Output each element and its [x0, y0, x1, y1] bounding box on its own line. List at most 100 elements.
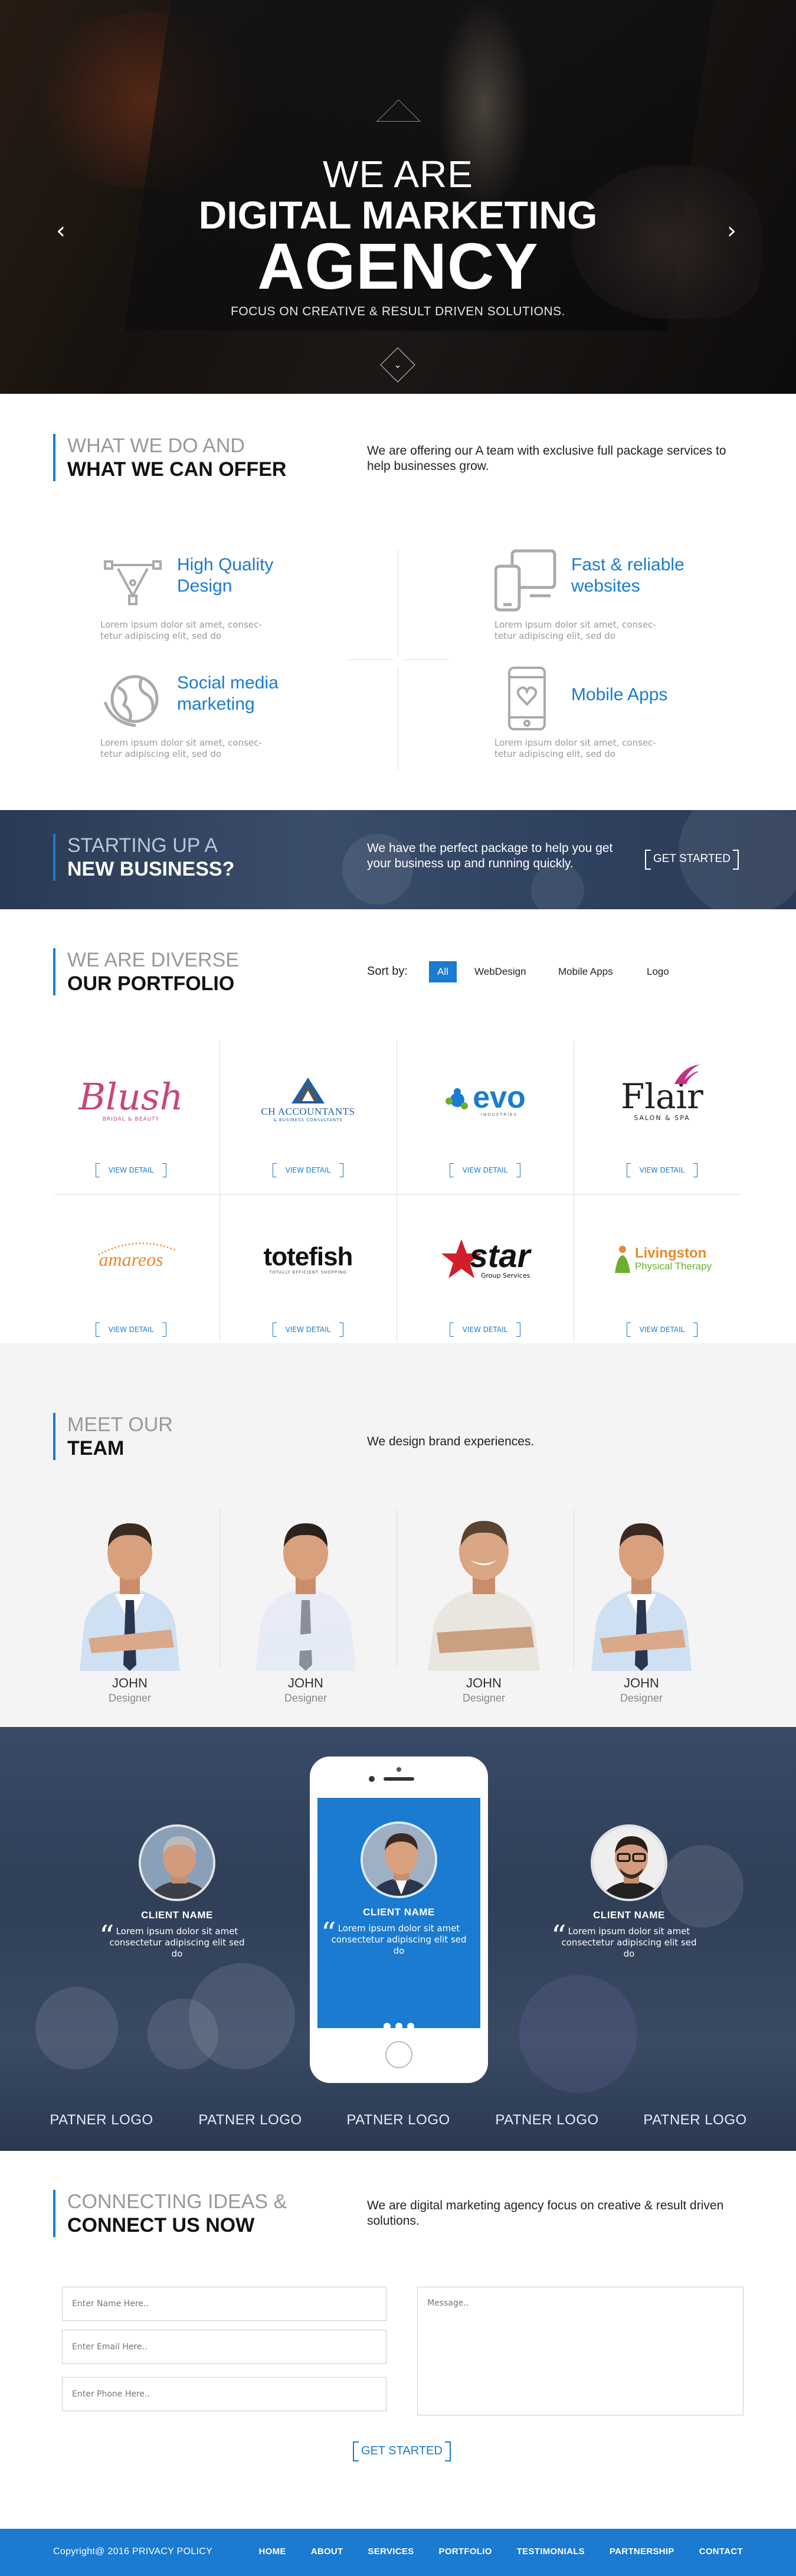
portfolio-item[interactable]: totefish TOTALLY EFFICIENT SHOPPING VIEW…	[220, 1197, 397, 1354]
quote-icon: “	[551, 1919, 566, 1953]
sort-option-mobile-apps[interactable]: Mobile Apps	[550, 961, 621, 982]
team-heading-line2: TEAM	[67, 1437, 125, 1460]
logo-amareos: amareos	[42, 1221, 220, 1298]
phone-camera	[369, 1776, 375, 1782]
team-heading-line1: MEET OUR	[67, 1413, 173, 1436]
bokeh	[519, 1975, 637, 2093]
devices-icon	[494, 548, 559, 613]
portfolio-item[interactable]: Flair SALON & SPA VIEW DETAIL	[574, 1038, 751, 1195]
copyright-text: Copyright@ 2016 PRIVACY POLICY	[53, 2546, 213, 2557]
partner-logo[interactable]: PATNER LOGO	[191, 2112, 309, 2128]
client-quote: “Lorem ipsum dolor sit amet consectetur …	[321, 1916, 467, 1956]
carousel-dot[interactable]	[395, 2023, 402, 2030]
contact-submit-button[interactable]: GET STARTED	[353, 2441, 451, 2461]
client-avatar	[361, 1821, 437, 1898]
portfolio-item[interactable]: star Group Services VIEW DETAIL	[397, 1197, 574, 1354]
divider	[348, 659, 393, 660]
partner-logo[interactable]: PATNER LOGO	[42, 2112, 160, 2128]
get-started-button[interactable]: GET STARTED	[645, 850, 739, 870]
phone-field[interactable]	[62, 2377, 386, 2411]
team-member-name: JOHN	[112, 1676, 148, 1690]
service-name: Fast & reliable websites	[571, 555, 684, 596]
team-member-name: JOHN	[624, 1676, 659, 1690]
team-member[interactable]: JOHN Designer	[56, 1506, 204, 1705]
chevron-left-icon[interactable]: ‹	[56, 217, 65, 244]
footer-link-services[interactable]: SERVICES	[368, 2546, 414, 2557]
view-detail-button[interactable]: VIEW DETAIL	[627, 1163, 697, 1177]
footer-link-portfolio[interactable]: PORTFOLIO	[439, 2546, 492, 2557]
testimonial-card: CLIENT NAME “Lorem ipsum dolor sit amet …	[551, 1824, 706, 1960]
view-detail-button[interactable]: VIEW DETAIL	[450, 1163, 520, 1177]
testimonial-card: CLIENT NAME “Lorem ipsum dolor sit amet …	[99, 1824, 254, 1960]
message-field[interactable]	[417, 2287, 743, 2415]
portfolio-heading-line1: WE ARE DIVERSE	[67, 949, 239, 971]
logo-totefish: totefish TOTALLY EFFICIENT SHOPPING	[263, 1242, 353, 1275]
phone-speaker	[384, 1777, 414, 1781]
portfolio-heading: WE ARE DIVERSE OUR PORTFOLIO	[53, 948, 239, 995]
partner-logo[interactable]: PATNER LOGO	[488, 2112, 606, 2128]
sort-label: Sort by:	[367, 965, 408, 978]
team-member-photo	[232, 1506, 379, 1671]
footer-link-testimonials[interactable]: TESTIMONIALS	[517, 2546, 585, 2557]
team-member[interactable]: JOHN Designer	[232, 1506, 379, 1705]
team-member-role: Designer	[620, 1692, 663, 1704]
view-detail-button[interactable]: VIEW DETAIL	[96, 1323, 166, 1337]
footer-link-contact[interactable]: CONTACT	[699, 2546, 743, 2557]
email-field[interactable]	[62, 2330, 386, 2364]
portfolio-item[interactable]: amareos VIEW DETAIL	[42, 1197, 220, 1354]
contact-heading-line2: CONNECT US NOW	[67, 2214, 255, 2237]
logo-evo: evo INDUSTRIES	[397, 1062, 574, 1138]
partner-logo[interactable]: PATNER LOGO	[339, 2112, 457, 2128]
quote-icon: “	[321, 1916, 336, 1950]
team-member-photo	[56, 1506, 204, 1671]
team-description: We design brand experiences.	[367, 1435, 535, 1448]
portfolio-section: WE ARE DIVERSE OUR PORTFOLIO Sort by: Al…	[0, 909, 796, 1343]
client-name: CLIENT NAME	[141, 1909, 213, 1921]
phone-home-button	[385, 2041, 412, 2068]
portfolio-item[interactable]: Blush BRIDAL & BEAUTY VIEW DETAIL	[42, 1038, 220, 1195]
client-avatar	[139, 1824, 215, 1901]
service-text: Lorem ipsum dolor sit amet, consec-tetur…	[100, 619, 262, 641]
footer-link-home[interactable]: HOME	[258, 2546, 286, 2557]
startup-banner: STARTING UP A NEW BUSINESS? We have the …	[0, 810, 796, 909]
contact-heading: CONNECTING IDEAS & CONNECT US NOW	[53, 2190, 287, 2237]
carousel-dot[interactable]	[407, 2023, 414, 2030]
partner-logo[interactable]: PATNER LOGO	[636, 2112, 754, 2128]
services-section: WHAT WE DO AND WHAT WE CAN OFFER We are …	[0, 394, 796, 810]
logo-ch-accountants: CH ACCOUNTANTS & BUSINESS CONSULTANTS	[220, 1062, 397, 1138]
view-detail-button[interactable]: VIEW DETAIL	[273, 1163, 343, 1177]
view-detail-button[interactable]: VIEW DETAIL	[96, 1163, 166, 1177]
team-member[interactable]: JOHN Designer	[410, 1506, 558, 1705]
chevron-right-icon[interactable]: ›	[727, 217, 736, 244]
hero-title-line1: WE ARE	[323, 153, 473, 195]
services-heading-line1: WHAT WE DO AND	[67, 435, 245, 457]
quote-icon: “	[99, 1919, 114, 1953]
portfolio-heading-line2: OUR PORTFOLIO	[67, 972, 235, 995]
footer-link-about[interactable]: ABOUT	[311, 2546, 343, 2557]
sort-option-webdesign[interactable]: WebDesign	[466, 961, 535, 982]
globe-icon	[100, 667, 165, 732]
portfolio-item[interactable]: evo INDUSTRIES VIEW DETAIL	[397, 1038, 574, 1195]
startup-heading-line2: NEW BUSINESS?	[67, 858, 235, 880]
team-heading: MEET OUR TEAM	[53, 1413, 173, 1460]
client-name: CLIENT NAME	[593, 1909, 665, 1921]
logo-livingston: Livingston Physical Therapy	[574, 1221, 751, 1298]
vector-pen-icon	[100, 548, 165, 613]
footer-nav: HOME ABOUT SERVICES PORTFOLIO TESTIMONIALS PA…	[234, 2546, 743, 2557]
carousel-dot[interactable]	[384, 2023, 391, 2030]
contact-description: We are digital marketing agency focus on…	[367, 2199, 724, 2228]
team-member[interactable]: JOHN Designer	[568, 1506, 715, 1705]
view-detail-button[interactable]: VIEW DETAIL	[450, 1323, 520, 1337]
view-detail-button[interactable]: VIEW DETAIL	[273, 1323, 343, 1337]
portfolio-item[interactable]: CH ACCOUNTANTS & BUSINESS CONSULTANTS VI…	[220, 1038, 397, 1195]
bokeh	[35, 1987, 118, 2069]
sort-option-logo[interactable]: Logo	[638, 961, 677, 982]
view-detail-button[interactable]: VIEW DETAIL	[627, 1323, 697, 1337]
footer-link-partnership[interactable]: PARTNERSHIP	[610, 2546, 674, 2557]
client-avatar	[591, 1824, 667, 1901]
team-member-role: Designer	[284, 1692, 327, 1704]
portfolio-item[interactable]: Livingston Physical Therapy VIEW DETAIL	[574, 1197, 751, 1354]
sort-option-all[interactable]: All	[429, 961, 457, 982]
service-text: Lorem ipsum dolor sit amet, consec-tetur…	[494, 619, 656, 641]
name-field[interactable]	[62, 2287, 386, 2321]
